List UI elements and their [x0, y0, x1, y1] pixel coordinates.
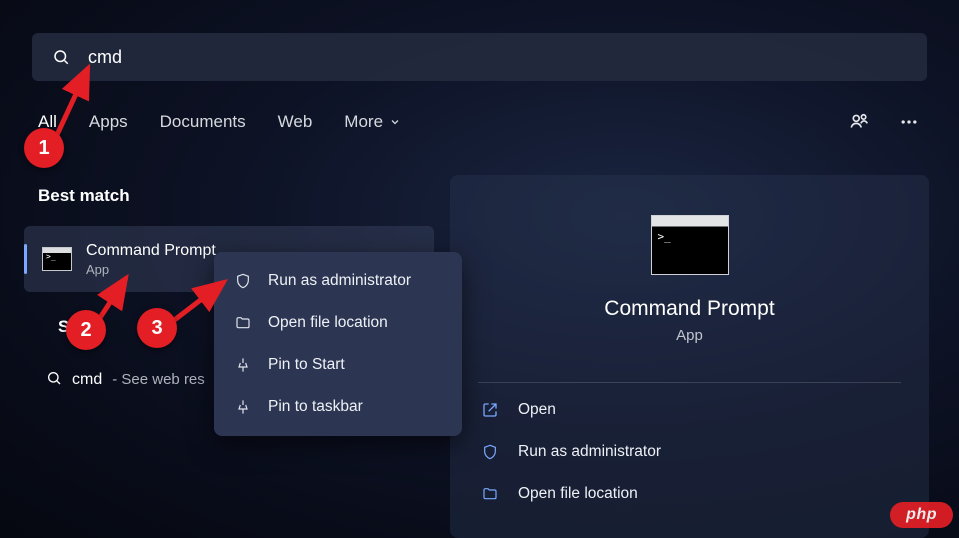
best-match-label: Best match	[38, 186, 130, 206]
preview-action-list: Open Run as administrator Open file loca…	[478, 389, 901, 515]
action-open-label: Open	[518, 401, 556, 419]
context-open-loc-label: Open file location	[268, 314, 388, 332]
tab-web[interactable]: Web	[278, 112, 313, 132]
context-run-as-administrator[interactable]: Run as administrator	[214, 260, 462, 302]
pin-icon	[234, 399, 252, 415]
preview-subtitle: App	[676, 327, 703, 344]
shield-icon	[482, 444, 500, 460]
search-icon	[46, 370, 62, 391]
result-title: Command Prompt	[86, 242, 216, 260]
context-run-admin-label: Run as administrator	[268, 272, 411, 290]
tab-apps[interactable]: Apps	[89, 112, 128, 132]
watermark: php	[890, 502, 953, 528]
command-prompt-icon	[42, 247, 72, 271]
context-pin-to-start[interactable]: Pin to Start	[214, 344, 462, 386]
search-icon	[52, 48, 70, 66]
action-open-file-location[interactable]: Open file location	[478, 473, 901, 515]
action-run-as-administrator[interactable]: Run as administrator	[478, 431, 901, 473]
header-right-icons	[847, 110, 921, 134]
context-open-file-location[interactable]: Open file location	[214, 302, 462, 344]
annotation-badge-1: 1	[24, 128, 64, 168]
tab-more-label: More	[344, 112, 383, 132]
web-result-cmd[interactable]: cmd - See web res	[46, 368, 205, 389]
context-pin-to-taskbar[interactable]: Pin to taskbar	[214, 386, 462, 428]
divider	[478, 382, 901, 383]
action-open[interactable]: Open	[478, 389, 901, 431]
command-prompt-icon-large	[651, 215, 729, 275]
account-icon[interactable]	[847, 110, 871, 134]
preview-title: Command Prompt	[604, 297, 774, 321]
result-subtitle: App	[86, 262, 216, 277]
annotation-badge-2: 2	[66, 310, 106, 350]
search-query-text: cmd	[88, 47, 122, 68]
tab-documents[interactable]: Documents	[160, 112, 246, 132]
folder-icon	[482, 486, 500, 502]
action-run-admin-label: Run as administrator	[518, 443, 661, 461]
context-menu: Run as administrator Open file location …	[214, 252, 462, 436]
tab-more[interactable]: More	[344, 112, 401, 132]
web-result-term: cmd	[72, 371, 102, 389]
pin-icon	[234, 357, 252, 373]
chevron-down-icon	[389, 116, 401, 128]
more-options-icon[interactable]	[897, 110, 921, 134]
tab-documents-label: Documents	[160, 112, 246, 132]
context-pin-taskbar-label: Pin to taskbar	[268, 398, 363, 416]
filter-tabs: All Apps Documents Web More	[38, 112, 401, 132]
annotation-badge-3: 3	[137, 308, 177, 348]
preview-pane: Command Prompt App Open Run as administr…	[450, 175, 929, 538]
search-bar[interactable]: cmd	[32, 33, 927, 81]
open-icon	[482, 402, 500, 418]
web-result-tail: - See web res	[112, 371, 205, 388]
shield-icon	[234, 273, 252, 289]
tab-web-label: Web	[278, 112, 313, 132]
action-open-loc-label: Open file location	[518, 485, 638, 503]
tab-apps-label: Apps	[89, 112, 128, 132]
context-pin-start-label: Pin to Start	[268, 356, 345, 374]
folder-icon	[234, 315, 252, 331]
